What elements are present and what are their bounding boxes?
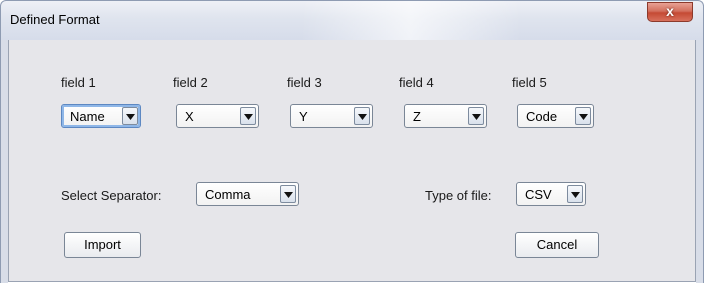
- field-3-dropdown-button[interactable]: [354, 107, 370, 125]
- triangle-down-icon: [244, 114, 253, 120]
- triangle-down-icon: [126, 114, 135, 120]
- close-button[interactable]: x: [647, 2, 693, 22]
- field-4-select[interactable]: Z: [404, 104, 487, 128]
- dialog-content: field 1 field 2 field 3 field 4 field 5 …: [8, 40, 696, 282]
- field-4-value: Z: [413, 109, 421, 124]
- field-3-select[interactable]: Y: [290, 104, 373, 128]
- window-frame-right: [696, 40, 704, 283]
- triangle-down-icon: [472, 114, 481, 120]
- defined-format-dialog: Defined Format x field 1 field 2 field 3…: [0, 0, 704, 283]
- field-1-select[interactable]: Name: [61, 104, 141, 128]
- field-5-dropdown-button[interactable]: [575, 107, 591, 125]
- field-5-label: field 5: [512, 75, 547, 90]
- triangle-down-icon: [571, 192, 580, 198]
- separator-select[interactable]: Comma: [196, 182, 299, 206]
- triangle-down-icon: [284, 192, 293, 198]
- file-type-dropdown-button[interactable]: [567, 185, 583, 203]
- field-2-select[interactable]: X: [176, 104, 259, 128]
- import-button[interactable]: Import: [64, 232, 141, 258]
- field-5-value: Code: [526, 109, 558, 124]
- field-5-select[interactable]: Code: [517, 104, 594, 128]
- close-icon: x: [666, 3, 674, 19]
- separator-label: Select Separator:: [61, 188, 162, 203]
- triangle-down-icon: [579, 114, 588, 120]
- field-3-label: field 3: [287, 75, 322, 90]
- field-3-value: Y: [299, 109, 308, 124]
- cancel-button[interactable]: Cancel: [515, 232, 599, 258]
- field-2-dropdown-button[interactable]: [240, 107, 256, 125]
- separator-value: Comma: [205, 187, 251, 202]
- field-1-dropdown-button[interactable]: [122, 107, 138, 125]
- field-1-label: field 1: [61, 75, 96, 90]
- file-type-value: CSV: [525, 187, 552, 202]
- separator-dropdown-button[interactable]: [280, 185, 296, 203]
- field-1-value: Name: [70, 109, 105, 124]
- field-4-dropdown-button[interactable]: [468, 107, 484, 125]
- file-type-label: Type of file:: [425, 188, 492, 203]
- window-frame-left: [0, 40, 8, 283]
- field-2-label: field 2: [173, 75, 208, 90]
- field-4-label: field 4: [399, 75, 434, 90]
- file-type-select[interactable]: CSV: [516, 182, 586, 206]
- window-title: Defined Format: [10, 12, 100, 27]
- triangle-down-icon: [358, 114, 367, 120]
- field-2-value: X: [185, 109, 194, 124]
- title-bar[interactable]: Defined Format x: [0, 0, 704, 41]
